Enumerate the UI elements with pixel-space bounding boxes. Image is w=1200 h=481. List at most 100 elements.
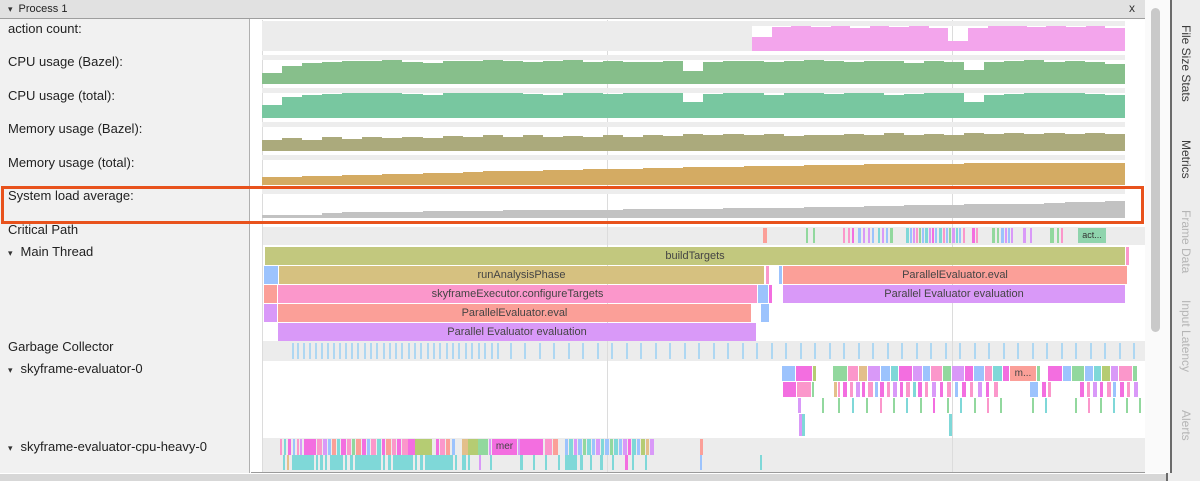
skyframe-evaluator-0-slice[interactable] — [1048, 382, 1051, 397]
critical-path-slice[interactable] — [910, 228, 912, 243]
critical-path-slice[interactable] — [863, 228, 865, 243]
main-thread-span[interactable] — [264, 285, 277, 303]
skyframe-evaluator-cpu-heavy-0-slice[interactable] — [304, 439, 316, 455]
skyframe-evaluator-cpu-heavy-0-slice[interactable] — [700, 455, 702, 470]
skyframe-evaluator-0-slice[interactable] — [868, 366, 880, 381]
skyframe-evaluator-cpu-heavy-0-slice[interactable] — [619, 439, 622, 455]
vertical-scrollbar-thumb[interactable] — [1151, 8, 1160, 332]
skyframe-evaluator-0-slice[interactable] — [797, 382, 811, 397]
skyframe-evaluator-cpu-heavy-0-slice[interactable] — [632, 455, 634, 470]
skyframe-evaluator-cpu-heavy-0-slice[interactable] — [650, 439, 654, 455]
expand-arrow-icon[interactable]: ▾ — [8, 365, 13, 376]
main-thread-span[interactable] — [264, 266, 278, 284]
track-label-skyframe-evaluator-cpu-heavy-0[interactable]: ▾skyframe-evaluator-cpu-heavy-0 — [8, 439, 207, 454]
skyframe-evaluator-0-slice[interactable] — [932, 382, 936, 397]
skyframe-evaluator-cpu-heavy-0-slice[interactable] — [362, 439, 366, 455]
skyframe-evaluator-0-slice[interactable] — [834, 382, 837, 397]
skyframe-evaluator-cpu-heavy-0-slice[interactable] — [393, 455, 413, 470]
critical-path-slice[interactable] — [886, 228, 888, 243]
skyframe-evaluator-0-slice[interactable] — [1003, 366, 1009, 381]
vertical-scrollbar[interactable] — [1145, 0, 1170, 473]
skyframe-evaluator-0-slice[interactable] — [1030, 382, 1038, 397]
main-thread-span[interactable]: ParallelEvaluator.eval — [278, 304, 751, 322]
critical-path-slice[interactable] — [952, 228, 955, 243]
skyframe-evaluator-0-slice[interactable] — [1085, 366, 1093, 381]
horizontal-scrollbar[interactable] — [0, 473, 1166, 481]
skyframe-evaluator-0-slice[interactable] — [925, 382, 928, 397]
skyframe-evaluator-cpu-heavy-0-slice[interactable] — [545, 439, 552, 455]
skyframe-evaluator-0-slice[interactable] — [1133, 366, 1137, 381]
skyframe-evaluator-0-slice[interactable] — [1032, 398, 1034, 413]
skyframe-evaluator-cpu-heavy-0-slice[interactable] — [386, 439, 391, 455]
skyframe-evaluator-cpu-heavy-0-slice[interactable] — [645, 455, 647, 470]
skyframe-evaluator-0-slice[interactable] — [783, 382, 796, 397]
skyframe-evaluator-cpu-heavy-0-slice[interactable] — [565, 439, 568, 455]
critical-path-slice[interactable] — [1005, 228, 1007, 243]
skyframe-evaluator-0-slice[interactable] — [833, 366, 847, 381]
main-thread-span[interactable]: Parallel Evaluator evaluation — [278, 323, 756, 341]
skyframe-evaluator-cpu-heavy-0-slice[interactable] — [625, 455, 628, 470]
skyframe-evaluator-cpu-heavy-0-slice[interactable] — [545, 455, 547, 470]
skyframe-evaluator-cpu-heavy-0-slice[interactable] — [583, 439, 586, 455]
close-icon[interactable]: x — [1129, 1, 1135, 15]
main-thread-span[interactable] — [1126, 247, 1129, 265]
skyframe-evaluator-0-slice[interactable] — [1063, 366, 1071, 381]
timeline-canvas[interactable] — [251, 19, 1145, 473]
track-label-skyframe-evaluator-0[interactable]: ▾skyframe-evaluator-0 — [8, 361, 143, 376]
skyframe-evaluator-cpu-heavy-0-slice[interactable] — [392, 439, 396, 455]
skyframe-evaluator-0-slice[interactable] — [875, 382, 878, 397]
skyframe-evaluator-0-slice[interactable] — [1113, 398, 1115, 413]
critical-path-slice[interactable] — [932, 228, 934, 243]
skyframe-evaluator-cpu-heavy-0-slice[interactable] — [420, 455, 423, 470]
skyframe-evaluator-cpu-heavy-0-slice[interactable] — [490, 455, 492, 470]
skyframe-evaluator-0-slice[interactable] — [1087, 382, 1090, 397]
critical-path-slice[interactable] — [992, 228, 995, 243]
critical-path-slice[interactable] — [963, 228, 965, 243]
skyframe-evaluator-cpu-heavy-0-slice[interactable] — [377, 439, 381, 455]
skyframe-evaluator-0-slice[interactable] — [868, 382, 873, 397]
skyframe-evaluator-cpu-heavy-0-slice[interactable] — [569, 439, 573, 455]
critical-path-slice[interactable] — [956, 228, 958, 243]
skyframe-evaluator-cpu-heavy-0-slice[interactable] — [574, 439, 577, 455]
skyframe-evaluator-cpu-heavy-0-slice[interactable] — [287, 455, 289, 470]
skyframe-evaluator-cpu-heavy-0-slice[interactable] — [337, 439, 340, 455]
skyframe-evaluator-0-slice[interactable] — [933, 398, 935, 413]
skyframe-evaluator-0-slice[interactable] — [923, 366, 930, 381]
histogram-system-load-average[interactable] — [262, 193, 1125, 218]
skyframe-evaluator-0-slice[interactable] — [893, 382, 897, 397]
skyframe-evaluator-0-slice[interactable] — [913, 382, 916, 397]
skyframe-evaluator-cpu-heavy-0-slice[interactable] — [292, 455, 314, 470]
main-thread-span[interactable]: ParallelEvaluator.eval — [783, 266, 1127, 284]
skyframe-evaluator-0-slice[interactable] — [1134, 382, 1138, 397]
skyframe-evaluator-0-slice[interactable] — [943, 366, 951, 381]
critical-path-slice[interactable] — [906, 228, 909, 243]
track-label-system-load-average[interactable]: System load average: — [8, 188, 134, 203]
skyframe-evaluator-cpu-heavy-0-slice[interactable] — [587, 439, 591, 455]
skyframe-evaluator-0-slice[interactable] — [947, 382, 951, 397]
skyframe-evaluator-0-slice[interactable] — [1093, 382, 1097, 397]
collapse-arrow-icon[interactable]: ▾ — [8, 4, 13, 15]
skyframe-evaluator-cpu-heavy-0-slice[interactable] — [332, 439, 336, 455]
critical-path-slice[interactable] — [1050, 228, 1054, 243]
skyframe-evaluator-0-slice[interactable] — [813, 366, 816, 381]
skyframe-evaluator-0-slice[interactable] — [994, 382, 998, 397]
critical-path-slice[interactable] — [997, 228, 999, 243]
critical-path-slice[interactable] — [1008, 228, 1010, 243]
skyframe-evaluator-0-slice[interactable] — [802, 414, 805, 436]
skyframe-evaluator-cpu-heavy-0-slice[interactable] — [478, 439, 488, 455]
skyframe-evaluator-cpu-heavy-0-slice[interactable] — [367, 439, 370, 455]
skyframe-evaluator-0-slice[interactable] — [974, 398, 976, 413]
tab-alerts[interactable]: Alerts — [1179, 410, 1193, 441]
skyframe-evaluator-cpu-heavy-0-slice[interactable] — [628, 439, 631, 455]
skyframe-evaluator-cpu-heavy-0-slice[interactable] — [553, 439, 558, 455]
histogram-cpu-usage-total-[interactable] — [262, 92, 1125, 118]
skyframe-evaluator-cpu-heavy-0-slice[interactable] — [590, 455, 592, 470]
skyframe-evaluator-0-slice[interactable] — [1120, 382, 1124, 397]
skyframe-evaluator-cpu-heavy-0-slice[interactable] — [641, 439, 645, 455]
skyframe-evaluator-cpu-heavy-0-slice[interactable] — [533, 455, 535, 470]
skyframe-evaluator-0-slice[interactable] — [856, 382, 860, 397]
critical-path-slice[interactable] — [858, 228, 861, 243]
skyframe-evaluator-cpu-heavy-0-slice[interactable] — [280, 439, 282, 455]
expand-arrow-icon[interactable]: ▾ — [8, 248, 13, 259]
skyframe-evaluator-0-slice[interactable] — [1072, 366, 1084, 381]
